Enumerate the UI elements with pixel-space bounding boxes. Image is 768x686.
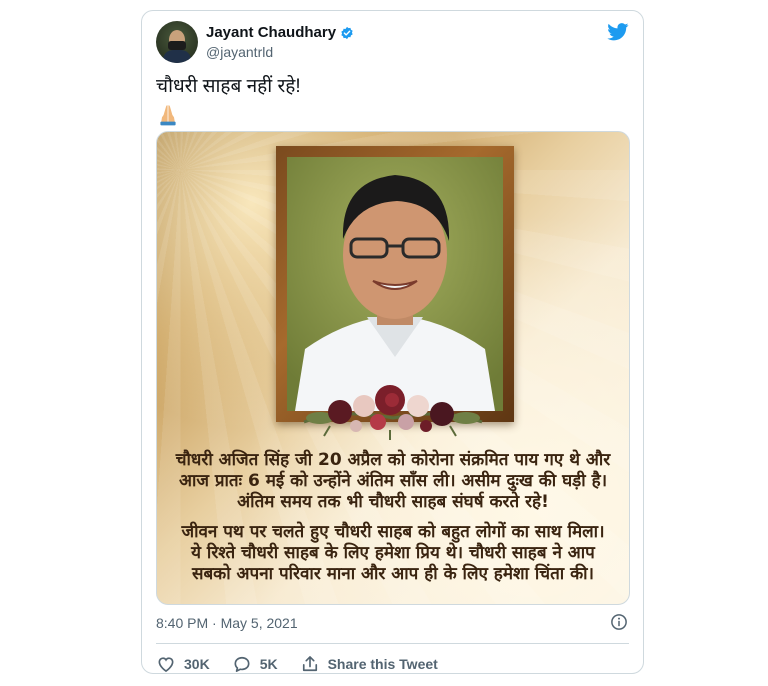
- memorial-text: चौधरी अजित सिंह जी 20 अप्रैल को कोरोना स…: [157, 450, 629, 585]
- author-handle[interactable]: @jayantrld: [206, 44, 273, 60]
- avatar[interactable]: [156, 21, 198, 63]
- reply-button[interactable]: 5K: [232, 654, 278, 674]
- tweet-timestamp[interactable]: 8:40 PM · May 5, 2021: [156, 615, 298, 631]
- flower-garland: [303, 385, 483, 440]
- author-name[interactable]: Jayant Chaudhary: [206, 24, 336, 41]
- reply-icon: [234, 656, 250, 672]
- like-count: 30K: [184, 656, 210, 672]
- share-button[interactable]: Share this Tweet: [300, 654, 438, 674]
- memorial-line: आज प्रातः 6 मई को उन्होंने अंतिम साँस ली…: [178, 471, 608, 491]
- tweet-image[interactable]: चौधरी अजित सिंह जी 20 अप्रैल को कोरोना स…: [156, 131, 630, 605]
- info-icon[interactable]: [610, 613, 628, 631]
- author-name-row: Jayant Chaudhary: [206, 24, 354, 41]
- verified-badge-icon: [341, 26, 353, 39]
- heart-icon: [158, 657, 174, 673]
- divider: [156, 643, 629, 644]
- tweet-card: Jayant Chaudhary @jayantrld चौधरी साहब न…: [141, 10, 644, 674]
- memorial-line: अंतिम समय तक भी चौधरी साहब संघर्ष करते र…: [237, 492, 549, 512]
- tweet-actions: 30K 5K Share this Tweet: [156, 651, 629, 677]
- reply-count: 5K: [259, 656, 278, 672]
- memorial-line: चौधरी अजित सिंह जी 20 अप्रैल को कोरोना स…: [175, 450, 611, 470]
- tweet-text: चौधरी साहब नहीं रहे!: [156, 76, 301, 97]
- portrait-frame: [276, 146, 514, 422]
- portrait-photo: [287, 157, 503, 411]
- memorial-line: सबको अपना परिवार माना और आप ही के लिए हम…: [191, 564, 594, 584]
- share-label: Share this Tweet: [327, 656, 438, 672]
- share-icon: [302, 656, 317, 672]
- memorial-line: ये रिश्ते चौधरी साहब के लिए हमेशा प्रिय …: [191, 543, 595, 563]
- twitter-bird-icon[interactable]: [607, 23, 629, 41]
- like-button[interactable]: 30K: [156, 654, 210, 674]
- memorial-line: जीवन पथ पर चलते हुए चौधरी साहब को बहुत ल…: [181, 522, 605, 542]
- tweet-header: Jayant Chaudhary @jayantrld: [156, 21, 629, 65]
- folded-hands-emoji: [160, 105, 176, 126]
